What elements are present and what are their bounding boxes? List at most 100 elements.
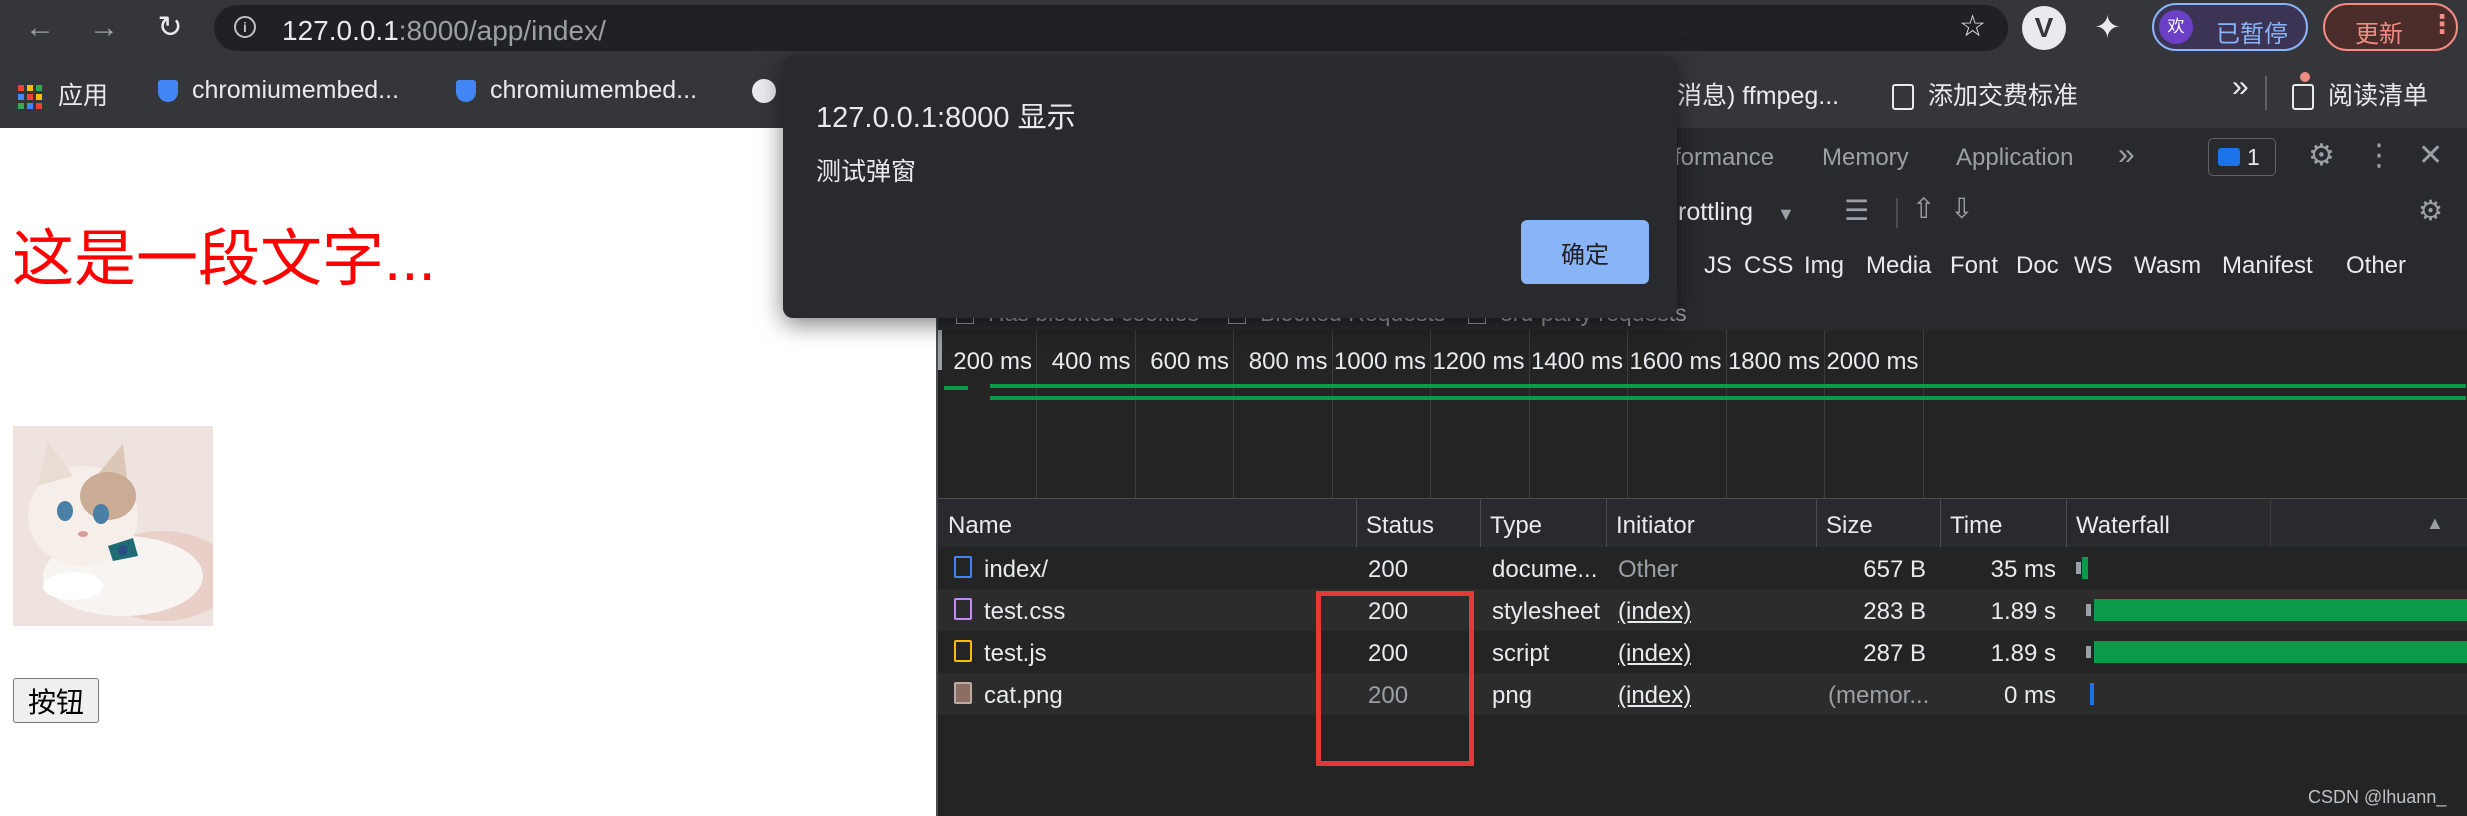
request-name: test.js (984, 640, 1047, 667)
table-row[interactable]: test.js 200 script (index) 287 B 1.89 s (938, 631, 2467, 673)
waterfall-bar (2094, 599, 2467, 621)
filter-doc[interactable]: Doc (2016, 252, 2059, 280)
filter-img[interactable]: Img (1804, 252, 1844, 280)
tab-memory[interactable]: Memory (1822, 144, 1909, 172)
request-name: index/ (984, 556, 1049, 583)
update-button[interactable]: 更新 ⋮ (2323, 3, 2458, 51)
bookmark-label: chromiumembed... (192, 76, 400, 104)
vue-devtools-extension-icon[interactable]: V (2022, 6, 2066, 50)
reading-list-button[interactable]: 阅读清单 (2292, 76, 2428, 112)
watermark: CSDN @lhuann_ (2308, 787, 2447, 807)
page-heading: 这是一段文字... (12, 225, 436, 294)
document-icon (1892, 84, 1914, 111)
filter-font[interactable]: Font (1950, 252, 1998, 280)
table-header: Name Status Type Initiator Size Time Wat… (938, 499, 2467, 548)
column-size[interactable]: Size (1826, 512, 1873, 540)
bookmarks-overflow-button[interactable]: » (2232, 70, 2249, 104)
bookmark-item[interactable]: 条消息) ffmpeg... (1652, 76, 1839, 112)
filter-css[interactable]: CSS (1744, 252, 1793, 280)
request-initiator-link[interactable]: (index) (1618, 598, 1691, 626)
browser-toolbar: ← → ↻ i 127.0.0.1:8000/app/index/ ☆ V ✦ … (0, 0, 2467, 56)
more-tabs-button[interactable]: » (2118, 138, 2135, 172)
import-har-icon[interactable]: ⇧ (1912, 192, 1935, 225)
request-type: stylesheet (1492, 598, 1600, 625)
stylesheet-icon (954, 598, 972, 620)
tab-performance[interactable]: rformance (1666, 144, 1774, 172)
alert-message: 测试弹窗 (816, 158, 917, 186)
info-icon[interactable]: i (234, 16, 256, 38)
bookmark-label: 条消息) ffmpeg... (1652, 82, 1840, 110)
extensions-puzzle-icon[interactable]: ✦ (2094, 8, 2121, 46)
filter-ws[interactable]: WS (2074, 252, 2113, 280)
reload-icon[interactable]: ↻ (150, 8, 190, 48)
filter-media[interactable]: Media (1866, 252, 1931, 280)
bookmark-apps[interactable]: 应用 (18, 76, 108, 112)
profile-button[interactable]: 欢 已暂停 (2152, 3, 2308, 51)
filter-js[interactable]: JS (1704, 252, 1732, 280)
settings-gear-icon[interactable]: ⚙ (2308, 138, 2335, 173)
column-status[interactable]: Status (1366, 512, 1434, 540)
image-icon (954, 682, 972, 704)
issues-button[interactable]: 1 (2208, 138, 2276, 176)
network-request-table: Name Status Type Initiator Size Time Wat… (938, 499, 2467, 816)
url-host: 127.0.0.1 (282, 15, 399, 46)
bookmark-star-icon[interactable]: ☆ (1959, 9, 1986, 44)
waterfall-bar (2090, 683, 2094, 705)
kebab-menu-icon[interactable]: ⋮ (2429, 9, 2455, 40)
issues-count: 1 (2247, 144, 2260, 170)
column-initiator[interactable]: Initiator (1616, 512, 1695, 540)
close-devtools-icon[interactable]: ✕ (2418, 138, 2443, 173)
filter-other[interactable]: Other (2346, 252, 2406, 280)
network-overview-timeline[interactable]: 200 ms 400 ms 600 ms 800 ms 1000 ms 1200 ms 14… (938, 330, 2467, 499)
column-type[interactable]: Type (1490, 512, 1542, 540)
table-row[interactable]: cat.png 200 png (index) (memor... 0 ms (938, 673, 2467, 715)
request-name: test.css (984, 598, 1066, 625)
table-row[interactable]: index/ 200 docume... Other 657 B 35 ms (938, 547, 2467, 589)
waterfall-queue-bar (2086, 646, 2091, 658)
tab-application[interactable]: Application (1956, 144, 2073, 172)
table-row[interactable]: test.css 200 stylesheet (index) 283 B 1.… (938, 589, 2467, 631)
message-icon (2218, 148, 2240, 166)
alert-title: 127.0.0.1:8000 显示 (816, 102, 1076, 134)
bookmark-item[interactable]: 添加交费标准 (1892, 76, 2078, 112)
request-time: 1.89 s (1990, 640, 2056, 667)
export-har-icon[interactable]: ⇩ (1950, 192, 1973, 225)
request-initiator-link[interactable]: (index) (1618, 640, 1691, 668)
reading-list-label: 阅读清单 (2328, 82, 2429, 110)
filter-wasm[interactable]: Wasm (2134, 252, 2201, 280)
request-status: 200 (1368, 598, 1409, 625)
toolbar-divider (1896, 198, 1898, 228)
bookmark-favicon-icon (456, 80, 476, 103)
network-settings-gear-icon[interactable]: ⚙ (2418, 194, 2443, 227)
address-bar[interactable]: i 127.0.0.1:8000/app/index/ ☆ (214, 5, 2008, 51)
url-path: :8000/app/index/ (398, 15, 606, 46)
column-time[interactable]: Time (1950, 512, 2002, 540)
filter-manifest[interactable]: Manifest (2222, 252, 2313, 280)
page-button[interactable]: 按钮 (13, 678, 99, 723)
request-initiator: Other (1618, 556, 1679, 583)
request-status: 200 (1368, 556, 1409, 583)
bookmark-item[interactable]: chromiumembed... (158, 76, 399, 105)
network-conditions-wifi-icon[interactable]: ☰ (1844, 194, 1869, 227)
timeline-tick-label: 2000 ms (1826, 348, 1919, 375)
column-waterfall[interactable]: Waterfall (2076, 512, 2170, 540)
alert-ok-button[interactable]: 确定 (1521, 220, 1649, 284)
bookmark-label: chromiumembed... (490, 76, 698, 104)
cat-image (13, 426, 213, 626)
waterfall-queue-bar (2076, 562, 2081, 574)
throttling-select[interactable]: rottling ▼ (1678, 198, 1795, 227)
request-time: 35 ms (1990, 556, 2056, 583)
bookmark-item[interactable]: chromiumembed... (456, 76, 697, 105)
request-initiator-link[interactable]: (index) (1618, 682, 1691, 710)
bookmark-label: 添加交费标准 (1928, 82, 2079, 110)
request-size: (memor... (1828, 682, 1930, 709)
request-status: 200 (1368, 682, 1409, 709)
waterfall-queue-bar (2086, 604, 2091, 616)
table-empty-area (938, 715, 2467, 816)
sort-ascending-icon[interactable]: ▲ (2426, 513, 2444, 534)
url-text[interactable]: 127.0.0.1:8000/app/index/ (282, 15, 606, 47)
forward-icon[interactable]: → (84, 8, 124, 48)
devtools-menu-icon[interactable]: ⋮ (2364, 138, 2394, 173)
column-name[interactable]: Name (948, 512, 1012, 540)
back-icon[interactable]: ← (20, 8, 60, 48)
